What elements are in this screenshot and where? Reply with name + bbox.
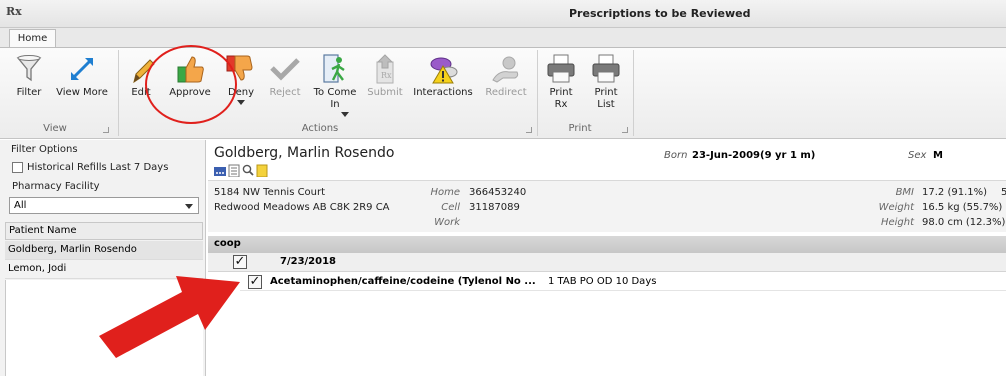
annotation-arrow (99, 276, 240, 358)
